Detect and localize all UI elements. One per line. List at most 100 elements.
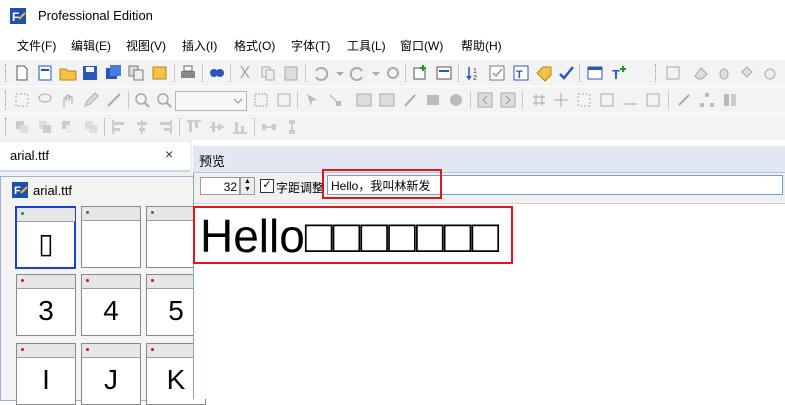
align-center-icon <box>133 118 151 136</box>
menu-tools[interactable]: 工具(L) <box>347 37 386 54</box>
font-info-icon[interactable]: T <box>512 64 530 82</box>
glyph-cell-header <box>17 344 75 358</box>
font-size-input[interactable]: 32 <box>200 177 240 195</box>
copy-font-icon[interactable] <box>127 64 145 82</box>
arrow-right-icon <box>499 91 517 109</box>
subtract-icon <box>59 118 77 136</box>
font-size-spinner[interactable]: ▲ ▼ <box>240 177 255 195</box>
zoom-select[interactable] <box>175 91 247 111</box>
menu-help[interactable]: 帮助(H) <box>461 37 502 54</box>
exclude-icon <box>82 118 100 136</box>
ellipse-shape-icon <box>447 91 465 109</box>
toolbar-separator <box>202 64 203 82</box>
toolbar-separator <box>254 118 255 136</box>
baseline-icon <box>621 91 639 109</box>
glyph-cell[interactable]: J <box>81 343 141 405</box>
align-bottom-icon <box>231 118 249 136</box>
marker-icon <box>151 279 154 282</box>
menu-window[interactable]: 窗口(W) <box>400 37 443 54</box>
preview-title: 预览 <box>199 154 226 169</box>
preview-window-icon[interactable] <box>586 64 604 82</box>
rectangle-shape-icon <box>424 91 442 109</box>
checkmark-icon[interactable] <box>557 64 575 82</box>
export-icon[interactable] <box>151 64 169 82</box>
toolbar-separator <box>305 64 306 82</box>
tab-label: arial.ttf <box>10 148 50 163</box>
add-text-icon[interactable]: T <box>610 64 628 82</box>
open-folder-icon[interactable] <box>59 64 77 82</box>
eraser-icon <box>692 64 710 82</box>
glyph-char: J <box>104 364 118 395</box>
toolbar-separator <box>522 91 523 109</box>
menu-insert[interactable]: 插入(I) <box>182 37 217 54</box>
timer-icon <box>761 64 779 82</box>
menu-format[interactable]: 格式(O) <box>234 37 275 54</box>
glyph-cell[interactable]: 3 <box>16 274 76 336</box>
save-all-icon[interactable] <box>104 64 122 82</box>
menu-edit[interactable]: 编辑(E) <box>71 37 111 54</box>
menu-font[interactable]: 字体(T) <box>291 37 330 54</box>
tag-icon[interactable] <box>535 64 553 82</box>
toolbar-separator <box>179 118 180 136</box>
marker-icon <box>86 279 89 282</box>
validate-icon[interactable] <box>488 64 506 82</box>
glyph-cell[interactable]: 4 <box>81 274 141 336</box>
menu-view[interactable]: 视图(V) <box>126 37 166 54</box>
slash-tool-icon <box>675 91 693 109</box>
find-icon[interactable] <box>208 64 226 82</box>
spin-up-icon[interactable]: ▲ <box>241 178 254 186</box>
rect-select-icon <box>13 91 31 109</box>
glyph-char: I <box>42 364 50 395</box>
close-icon[interactable]: × <box>165 146 173 162</box>
new-font-icon[interactable] <box>36 64 54 82</box>
align-middle-icon <box>208 118 226 136</box>
hand-icon <box>59 91 77 109</box>
glyph-cell-header <box>82 275 140 289</box>
properties-icon[interactable] <box>435 64 453 82</box>
guides-icon <box>552 91 570 109</box>
save-icon[interactable] <box>81 64 99 82</box>
toolbar-grip[interactable] <box>5 118 9 136</box>
menu-file[interactable]: 文件(F) <box>17 37 56 54</box>
redo-icon <box>349 64 367 82</box>
glyph-cell[interactable]: I <box>16 343 76 405</box>
font-window-icon: F <box>12 182 28 198</box>
toolbar-grip[interactable] <box>655 64 659 82</box>
glyph-cell-header <box>17 208 75 222</box>
menu-bar: 文件(F) 编辑(E) 视图(V) 插入(I) 格式(O) 字体(T) 工具(L… <box>0 34 785 56</box>
grid-icon <box>530 91 548 109</box>
zoom-in-icon <box>133 91 151 109</box>
glyph-cell-header <box>82 344 140 358</box>
pointer-icon <box>303 91 321 109</box>
glyph-cell-header <box>17 275 75 289</box>
marker-icon <box>151 348 154 351</box>
glyph-cell[interactable]: ▯ <box>15 206 76 269</box>
toolbar-separator <box>104 118 105 136</box>
network-icon <box>698 91 716 109</box>
edit-pen-icon <box>82 91 100 109</box>
align-right-icon <box>156 118 174 136</box>
glyph-cell-header <box>82 207 140 221</box>
lasso-icon <box>36 91 54 109</box>
toolbar-grip[interactable] <box>5 64 9 82</box>
toolbar-separator <box>579 64 580 82</box>
refresh-icon <box>384 64 402 82</box>
print-icon[interactable] <box>179 64 197 82</box>
toolbar-standard: 12 T T <box>0 60 785 86</box>
intersect-icon <box>36 118 54 136</box>
insert-glyph-icon[interactable] <box>411 64 429 82</box>
combine-icon <box>13 118 31 136</box>
highlight-box-input <box>322 169 442 199</box>
glyph-cell[interactable] <box>81 206 141 268</box>
highlight-box-preview <box>193 206 513 264</box>
spin-down-icon[interactable]: ▼ <box>241 186 254 194</box>
toolbar-grip[interactable] <box>5 91 9 109</box>
svg-text:T: T <box>516 69 523 81</box>
cut-icon <box>236 64 254 82</box>
font-window-title: arial.ttf <box>33 183 73 198</box>
sort-icon[interactable]: 12 <box>464 64 482 82</box>
kerning-checkbox[interactable]: ✓ <box>260 179 274 193</box>
new-file-icon[interactable] <box>13 64 31 82</box>
marker-icon <box>21 279 24 282</box>
arrow-left-icon <box>476 91 494 109</box>
